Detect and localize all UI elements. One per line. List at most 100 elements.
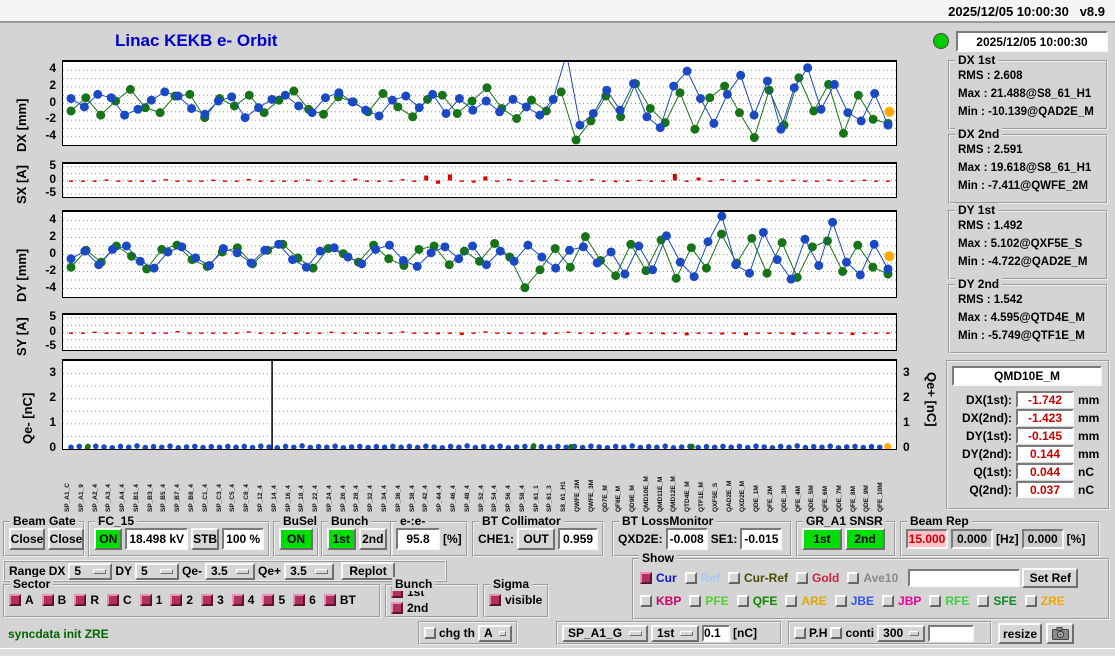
- checkbox-cur[interactable]: [640, 572, 652, 584]
- x-tick-label: QTF1E_M: [699, 482, 706, 512]
- range-dy-select[interactable]: 5: [135, 562, 180, 580]
- checkbox-label: PFE: [705, 594, 729, 608]
- set-ref-input[interactable]: [908, 569, 1021, 587]
- show-legend: Show: [639, 551, 677, 565]
- y-tick-label: 4: [49, 61, 56, 76]
- checkbox-visible[interactable]: [489, 594, 501, 606]
- checkbox-item: Cur-Ref: [728, 571, 788, 585]
- x-tick-label: SP_B8_4: [189, 484, 196, 512]
- threshold-input[interactable]: [702, 624, 730, 642]
- x-tick-label: SP_C8_4: [244, 484, 251, 512]
- fc15-legend: FC_15: [95, 514, 138, 528]
- clock-text: 2025/12/05 10:00:30: [948, 4, 1069, 19]
- sector-checkboxes: A B R C 1 2 3 4 5 6 BT: [9, 593, 364, 609]
- checkbox-5[interactable]: [262, 594, 275, 606]
- checkbox-4[interactable]: [231, 594, 244, 606]
- range-dx-label: DX: [48, 564, 66, 578]
- hz-unit: [Hz]: [996, 532, 1019, 546]
- checkbox-gold[interactable]: [796, 572, 809, 584]
- che1-out-button[interactable]: OUT: [517, 528, 556, 550]
- bunch-2nd-button[interactable]: 2nd: [358, 528, 387, 550]
- y-tick-label: -5: [45, 338, 56, 353]
- set-ref-button[interactable]: Set Ref: [1022, 568, 1079, 588]
- checkbox-label: Gold: [812, 571, 840, 585]
- checkbox-ave10[interactable]: [847, 572, 860, 584]
- checkbox-are[interactable]: [785, 595, 798, 607]
- fc15-on-button[interactable]: ON: [94, 528, 123, 550]
- checkbox-3[interactable]: [201, 594, 214, 606]
- checkbox-item: Cur: [640, 571, 677, 585]
- checkbox-sfe[interactable]: [977, 595, 990, 607]
- checkbox-rfe[interactable]: [929, 595, 942, 607]
- blank-input[interactable]: [928, 624, 975, 642]
- checkbox-item: 2: [170, 593, 193, 607]
- checkbox-qfe[interactable]: [736, 595, 749, 607]
- beam-gate-close2-button[interactable]: Close: [48, 528, 84, 550]
- checkbox-r[interactable]: [74, 594, 87, 606]
- x-tick-label: SP_54_4: [492, 485, 499, 512]
- checkbox-b[interactable]: [41, 594, 54, 606]
- checkbox-label: ARE: [801, 594, 827, 608]
- beam-gate-close1-button[interactable]: Close: [9, 528, 45, 550]
- checkbox-kbp[interactable]: [640, 595, 652, 607]
- beam-gate-legend: Beam Gate: [10, 514, 79, 528]
- checkbox-cur-ref[interactable]: [728, 572, 741, 584]
- range-qep-select[interactable]: 3.5: [284, 562, 335, 580]
- replot-button[interactable]: Replot: [341, 562, 396, 580]
- x-tick-label: S8_61_H1: [561, 481, 568, 512]
- gr-snsr-2nd-button[interactable]: 2nd: [845, 528, 885, 550]
- bunch-select[interactable]: 1st: [651, 624, 699, 642]
- th-select[interactable]: A: [478, 624, 512, 642]
- dy1st-title: DY 1st: [955, 203, 999, 217]
- chg-th-checkbox[interactable]: [424, 627, 436, 639]
- range-dx-select[interactable]: 5: [68, 562, 113, 580]
- conti-checkbox[interactable]: [830, 627, 843, 639]
- fc15-stb-button[interactable]: STB: [190, 528, 220, 550]
- checkbox-2[interactable]: [170, 594, 183, 606]
- checkbox-ref[interactable]: [684, 572, 697, 584]
- sigma-legend: Sigma: [490, 577, 533, 591]
- checkbox-1[interactable]: [139, 594, 152, 606]
- checkbox-2nd[interactable]: [391, 602, 403, 614]
- range-dy-label: DY: [115, 564, 133, 578]
- bunch-1st-button[interactable]: 1st: [327, 528, 356, 550]
- busel-legend: BuSel: [280, 514, 321, 528]
- gr-snsr-1st-button[interactable]: 1st: [802, 528, 842, 550]
- checkbox-label: BT: [339, 593, 356, 607]
- monitor-name-field[interactable]: QMD10E_M: [952, 366, 1102, 386]
- x-tick-label: SP_14_4: [271, 485, 278, 512]
- interval-select[interactable]: 300: [877, 624, 926, 642]
- checkbox-6[interactable]: [293, 594, 306, 606]
- y-tick-label: 3: [49, 364, 56, 379]
- screenshot-button[interactable]: [1046, 623, 1074, 644]
- sx-chart: [62, 162, 897, 198]
- checkbox-jbp[interactable]: [882, 595, 895, 607]
- option-menu-icon: [160, 568, 174, 574]
- ph-checkbox[interactable]: [794, 627, 806, 639]
- checkbox-c[interactable]: [107, 594, 120, 606]
- beam-rep-legend: Beam Rep: [907, 514, 972, 528]
- option-menu-icon: [498, 630, 506, 636]
- checkbox-a[interactable]: [9, 594, 21, 606]
- y-tick-label-right: 0: [903, 440, 910, 454]
- checkbox-bt[interactable]: [323, 594, 336, 606]
- x-tick-label: SP_B3_4: [147, 484, 154, 512]
- checkbox-jbe[interactable]: [834, 595, 847, 607]
- checkbox-label: 5: [278, 593, 286, 607]
- checkbox-item: 1: [139, 593, 162, 607]
- menubar-clock: 2025/12/05 10:00:30 v8.9: [948, 4, 1105, 19]
- checkbox-label: JBE: [850, 594, 875, 608]
- monitor-row-label: DX(2nd):: [962, 410, 1012, 425]
- checkbox-pfe[interactable]: [689, 595, 702, 607]
- sp-select[interactable]: SP_A1_G: [562, 624, 648, 642]
- resize-button[interactable]: resize: [998, 623, 1042, 644]
- checkbox-label: C: [123, 593, 132, 607]
- bt-collimator-legend: BT Collimator: [479, 514, 564, 528]
- checkbox-zre[interactable]: [1024, 595, 1037, 607]
- range-qem-select[interactable]: 3.5: [205, 562, 256, 580]
- busel-on-button[interactable]: ON: [279, 528, 313, 550]
- x-tick-label: QWFE_3M: [588, 479, 595, 512]
- x-tick-label: SP_34_4: [382, 485, 389, 512]
- option-menu-icon: [93, 568, 107, 574]
- x-tick-label: SP_61_3: [547, 485, 554, 512]
